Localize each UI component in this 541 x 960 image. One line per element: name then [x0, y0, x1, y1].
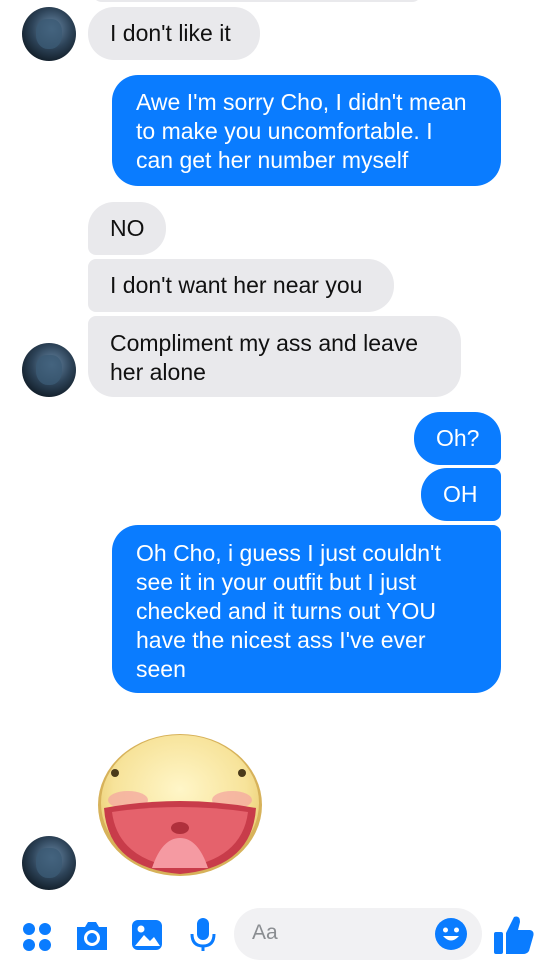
previous-message-bubble: [92, 0, 422, 2]
message-line: Oh Cho, i guess I just couldn't: [136, 540, 441, 566]
message-input-placeholder: Aa: [252, 921, 278, 944]
message-line: to make you uncomfortable. I: [136, 118, 433, 144]
message-line: Compliment my ass and leave: [110, 330, 419, 356]
incoming-message[interactable]: I don't want her near you: [88, 259, 394, 312]
incoming-message[interactable]: NO: [88, 202, 166, 255]
outgoing-message[interactable]: Oh Cho, i guess I just couldn't see it i…: [112, 525, 501, 693]
message-text: I don't want her near you: [110, 272, 363, 298]
incoming-message[interactable]: I don't like it: [88, 7, 260, 60]
incoming-message[interactable]: Compliment my ass and leave her alone: [88, 316, 461, 397]
message-line: can get her number myself: [136, 147, 409, 173]
laughing-face-sticker[interactable]: [92, 728, 268, 878]
message-input[interactable]: Aa: [234, 908, 482, 960]
message-composer: Aa: [0, 908, 541, 960]
message-text: OH: [443, 481, 478, 507]
contact-avatar[interactable]: [22, 836, 76, 890]
message-text: I don't like it: [110, 20, 231, 46]
message-text: NO: [110, 215, 145, 241]
thumbs-up-icon[interactable]: [492, 912, 536, 956]
contact-avatar[interactable]: [22, 7, 76, 61]
outgoing-message[interactable]: Awe I'm sorry Cho, I didn't mean to make…: [112, 75, 501, 186]
microphone-icon[interactable]: [188, 916, 218, 954]
gallery-icon[interactable]: [130, 918, 164, 952]
message-line: Awe I'm sorry Cho, I didn't mean: [136, 89, 467, 115]
message-line: checked and it turns out YOU: [136, 598, 437, 624]
message-text: Oh?: [436, 425, 480, 451]
outgoing-message[interactable]: OH: [421, 468, 501, 521]
outgoing-message[interactable]: Oh?: [414, 412, 501, 465]
contact-avatar[interactable]: [22, 343, 76, 397]
emoji-icon[interactable]: [434, 917, 468, 951]
message-line: see it in your outfit but I just: [136, 569, 416, 595]
message-line: have the nicest ass I've ever: [136, 627, 426, 653]
apps-icon[interactable]: [22, 922, 52, 952]
message-line: seen: [136, 656, 186, 682]
message-line: her alone: [110, 359, 206, 385]
camera-icon[interactable]: [74, 919, 110, 953]
